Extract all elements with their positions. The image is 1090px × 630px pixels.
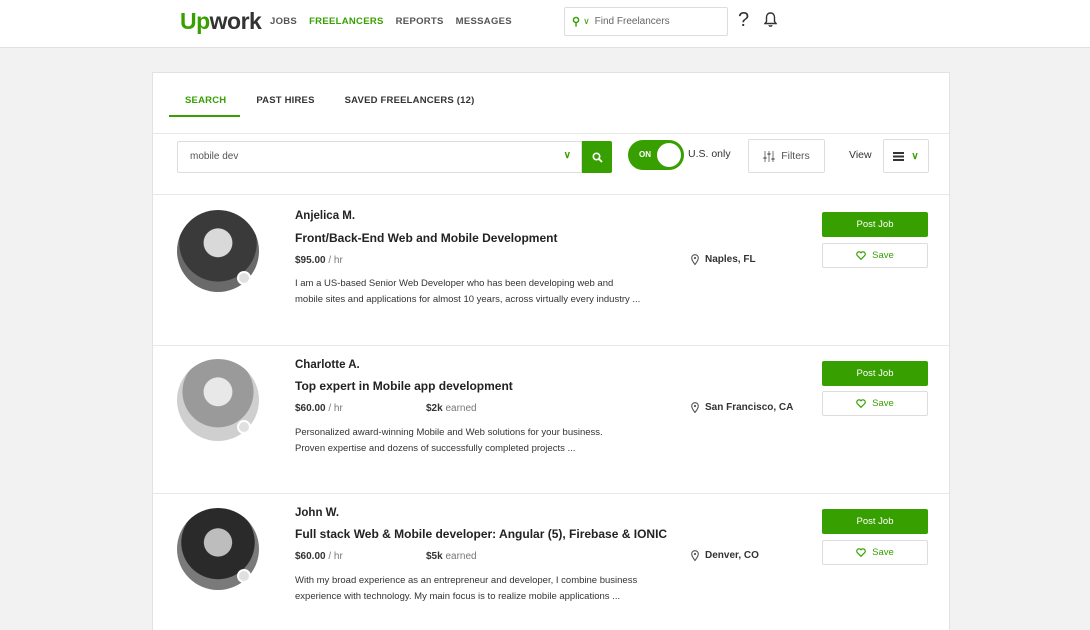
location-text: Naples, FL	[705, 254, 756, 265]
toggle-knob	[657, 143, 681, 167]
search-icon: ⚲	[572, 16, 581, 28]
map-pin-icon	[691, 402, 699, 413]
location: San Francisco, CA	[691, 402, 793, 413]
freelancer-name[interactable]: Charlotte A.	[295, 359, 360, 371]
list-view-icon	[893, 151, 905, 161]
status-dot	[237, 420, 251, 434]
heart-icon	[856, 399, 866, 408]
status-dot	[237, 569, 251, 583]
description-line: Personalized award-winning Mobile and We…	[295, 427, 603, 438]
earned-label: earned	[445, 403, 477, 414]
rate-value: $60.00	[295, 551, 326, 562]
save-button[interactable]: Save	[822, 391, 928, 416]
nav-link-freelancers[interactable]: FREELANCERS	[309, 16, 384, 27]
location-text: San Francisco, CA	[705, 402, 794, 413]
search-results-card: SEARCH PAST HIRES SAVED FREELANCERS (12)…	[152, 72, 950, 630]
hourly-rate: $60.00 / hr	[295, 403, 343, 414]
nav-link-messages[interactable]: MESSAGES	[456, 16, 512, 27]
view-label: View	[849, 149, 872, 161]
freelancer-description: Personalized award-winning Mobile and We…	[295, 425, 755, 457]
freelancer-title[interactable]: Front/Back-End Web and Mobile Developmen…	[295, 231, 557, 245]
freelancer-description: I am a US-based Senior Web Developer who…	[295, 276, 755, 308]
main-nav: JOBS FREELANCERS REPORTS MESSAGES	[270, 16, 512, 27]
post-job-button[interactable]: Post Job	[822, 212, 928, 237]
upwork-logo[interactable]: Upwork	[180, 8, 262, 35]
rate-value: $60.00	[295, 403, 326, 414]
earned-amount: $2k	[426, 403, 443, 414]
toggle-label: ON	[639, 150, 651, 159]
help-icon[interactable]: ?	[738, 9, 749, 32]
rate-value: $95.00	[295, 255, 326, 266]
location: Denver, CO	[691, 550, 759, 561]
status-dot	[237, 271, 251, 285]
post-job-button[interactable]: Post Job	[822, 509, 928, 534]
freelancer-name[interactable]: John W.	[295, 507, 339, 519]
location-text: Denver, CO	[705, 550, 759, 561]
search-icon	[591, 151, 603, 163]
freelancer-card: Charlotte A. Top expert in Mobile app de…	[153, 346, 949, 494]
query-value: mobile dev	[190, 151, 239, 162]
tab-past-hires[interactable]: PAST HIRES	[256, 95, 314, 117]
earned-amount: $5k	[426, 551, 443, 562]
nav-link-jobs[interactable]: JOBS	[270, 16, 297, 27]
heart-icon	[856, 251, 866, 260]
map-pin-icon	[691, 254, 699, 265]
post-job-button[interactable]: Post Job	[822, 361, 928, 386]
earnings: $2k earned	[426, 403, 477, 414]
save-label: Save	[872, 547, 894, 558]
heart-icon	[856, 548, 866, 557]
freelancer-card: Anjelica M. Front/Back-End Web and Mobil…	[153, 195, 949, 346]
tab-bar: SEARCH PAST HIRES SAVED FREELANCERS (12)	[169, 95, 505, 117]
us-only-label: U.S. only	[688, 148, 731, 160]
freelancer-title[interactable]: Full stack Web & Mobile developer: Angul…	[295, 527, 667, 541]
chevron-down-icon[interactable]: ∨	[583, 16, 590, 27]
tab-saved-freelancers[interactable]: SAVED FREELANCERS (12)	[345, 95, 475, 117]
freelancer-card: John W. Full stack Web & Mobile develope…	[153, 494, 949, 630]
us-only-toggle[interactable]: ON	[628, 140, 684, 170]
nav-link-reports[interactable]: REPORTS	[396, 16, 444, 27]
sliders-icon	[763, 150, 775, 162]
hourly-rate: $60.00 / hr	[295, 551, 343, 562]
description-line: experience with technology. My main focu…	[295, 591, 621, 602]
freelancer-search-input[interactable]: ⚲ ∨ Find Freelancers	[564, 7, 728, 36]
chevron-down-icon: ∨	[911, 150, 919, 162]
location: Naples, FL	[691, 254, 756, 265]
description-line: I am a US-based Senior Web Developer who…	[295, 278, 614, 289]
rate-unit: / hr	[328, 403, 343, 414]
rate-unit: / hr	[328, 255, 343, 266]
map-pin-icon	[691, 550, 699, 561]
rate-unit: / hr	[328, 551, 343, 562]
description-line: Proven expertise and dozens of successfu…	[295, 443, 576, 454]
filters-label: Filters	[781, 150, 810, 162]
save-label: Save	[872, 250, 894, 261]
description-line: mobile sites and applications for almost…	[295, 294, 641, 305]
view-selector[interactable]: ∨	[883, 139, 929, 173]
freelancer-title[interactable]: Top expert in Mobile app development	[295, 379, 513, 393]
save-button[interactable]: Save	[822, 540, 928, 565]
filters-button[interactable]: Filters	[748, 139, 825, 173]
search-placeholder: Find Freelancers	[594, 16, 670, 27]
hourly-rate: $95.00 / hr	[295, 255, 343, 266]
description-line: With my broad experience as an entrepren…	[295, 575, 638, 586]
top-nav-bar: Upwork JOBS FREELANCERS REPORTS MESSAGES…	[0, 0, 1090, 48]
save-button[interactable]: Save	[822, 243, 928, 268]
freelancer-name[interactable]: Anjelica M.	[295, 210, 355, 222]
search-button[interactable]	[582, 141, 612, 173]
chevron-down-icon[interactable]: ∨	[564, 150, 571, 161]
bell-icon[interactable]	[763, 12, 778, 33]
search-toolbar: mobile dev ∨ ON U.S. only Filters View ∨	[153, 133, 949, 195]
query-input[interactable]: mobile dev ∨	[177, 141, 582, 173]
earned-label: earned	[445, 551, 477, 562]
freelancer-description: With my broad experience as an entrepren…	[295, 573, 755, 605]
save-label: Save	[872, 398, 894, 409]
earnings: $5k earned	[426, 551, 477, 562]
tab-search[interactable]: SEARCH	[169, 95, 241, 117]
